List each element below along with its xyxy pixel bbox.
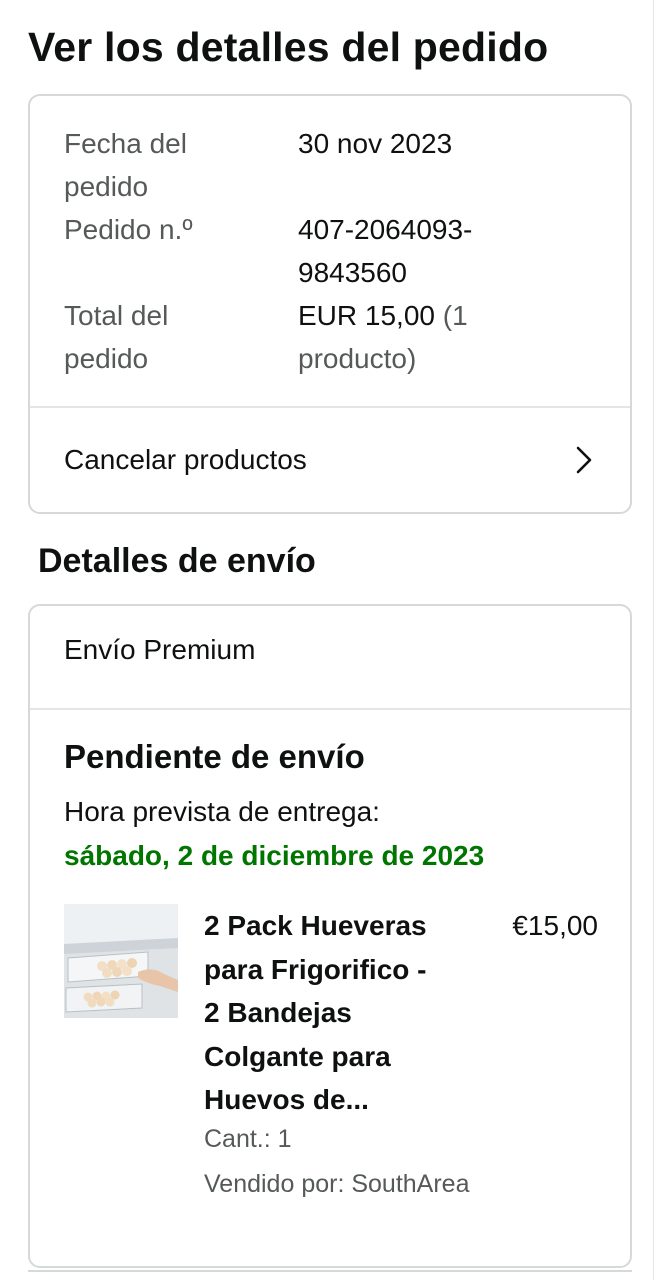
delivery-eta-date: sábado, 2 de diciembre de 2023: [64, 840, 485, 871]
order-number-value-line: 407-2064093-: [298, 214, 473, 245]
order-date-label-line: Fecha del: [64, 128, 187, 159]
product-seller: Vendido por: SouthArea: [204, 1170, 470, 1198]
order-details-page: Ver los detalles del pedido Fecha del pe…: [0, 0, 660, 1280]
product-title-line: 2 Pack Hueveras: [204, 910, 427, 941]
order-number-row: Pedido n.º 407-2064093- 9843560: [64, 208, 604, 294]
chevron-right-icon: [570, 445, 596, 475]
cancel-products-label: Cancelar productos: [64, 444, 307, 475]
order-summary-card: Fecha del pedido 30 nov 2023 Pedido n.º …: [28, 94, 632, 514]
product-title-line: Colgante para: [204, 1040, 391, 1072]
shipping-section-title: Detalles de envío: [38, 542, 316, 580]
order-date-label-line: pedido: [64, 171, 149, 202]
order-total-count-line: producto): [298, 343, 417, 374]
cancel-products-button[interactable]: Cancelar productos: [30, 408, 630, 512]
order-number-label: Pedido n.º: [64, 214, 193, 245]
card-divider: [30, 708, 630, 710]
order-date-label: Fecha del pedido: [64, 122, 298, 208]
product-title-line: para Frigorifico -: [204, 953, 427, 985]
order-total-amount: EUR 15,00: [298, 300, 435, 331]
shipping-card: Envío Premium Pendiente de envío Hora pr…: [28, 604, 632, 1268]
scrollbar-track[interactable]: [653, 0, 660, 1280]
product-quantity: Cant.: 1: [204, 1125, 292, 1153]
product-title-line: Huevos de...: [204, 1084, 369, 1115]
product-price: €15,00: [512, 910, 598, 941]
shipping-type: Envío Premium: [64, 634, 256, 665]
bottom-divider: [28, 1270, 632, 1272]
order-number-value-line: 9843560: [298, 257, 408, 288]
order-total-label-line: pedido: [64, 343, 149, 374]
order-total-value: EUR 15,00 (1 producto): [298, 294, 538, 380]
order-total-label-line: Total del: [64, 300, 169, 331]
egg-tray-fridge-photo-icon: [64, 904, 178, 1018]
order-total-count: (1: [434, 300, 468, 331]
order-date-row: Fecha del pedido 30 nov 2023: [64, 122, 604, 208]
page-title: Ver los detalles del pedido: [28, 24, 549, 70]
product-title-line: 2 Bandejas: [204, 997, 352, 1028]
order-summary-rows: Fecha del pedido 30 nov 2023 Pedido n.º …: [64, 122, 604, 380]
shipment-status: Pendiente de envío: [64, 738, 365, 775]
product-image[interactable]: [64, 904, 178, 1018]
order-total-row: Total del pedido EUR 15,00 (1 producto): [64, 294, 604, 380]
order-total-label: Total del pedido: [64, 294, 298, 380]
delivery-eta-label: Hora prevista de entrega:: [64, 796, 380, 827]
product-title-link[interactable]: 2 Pack Hueveras para Frigorifico - 2 Ban…: [204, 904, 474, 1122]
order-date-value: 30 nov 2023: [298, 128, 453, 159]
order-number-value: 407-2064093- 9843560: [298, 208, 538, 294]
